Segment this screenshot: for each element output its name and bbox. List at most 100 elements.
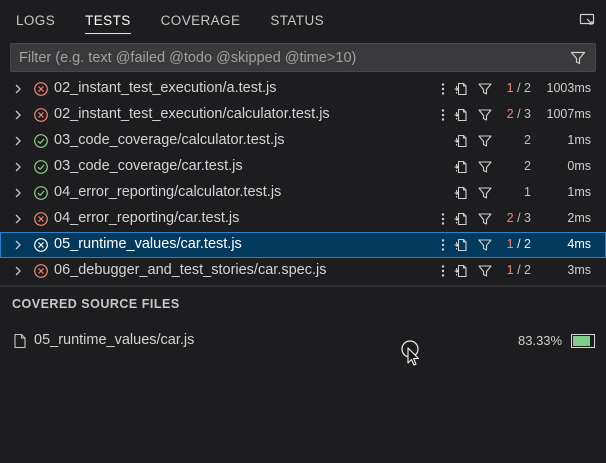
total-count: 2 [524,133,531,147]
coverage-percent: 83.33% [518,333,563,348]
failed-count: 1 [506,263,514,277]
go-to-file-icon[interactable] [453,263,469,279]
test-file-name: 03_code_coverage/car.test.js [54,158,243,174]
test-counts: 1 / 2 [500,237,531,251]
more-vertical-icon[interactable] [437,81,449,97]
total-count: 2 [524,263,531,277]
filter-bar [10,43,596,72]
section-title: COVERED SOURCE FILES [12,297,180,311]
chevron-right-icon[interactable] [11,212,25,226]
failed-count: 1 [506,237,514,251]
open-in-window-icon[interactable] [578,11,596,29]
chevron-right-icon[interactable] [11,82,25,96]
panel-tabs: LOGS TESTS COVERAGE STATUS [0,0,606,40]
total-count: 3 [524,211,531,225]
total-count: 2 [524,237,531,251]
test-file-name: 06_debugger_and_test_stories/car.spec.js [54,262,327,278]
test-file-name: 05_runtime_values/car.test.js [54,236,242,252]
test-row[interactable]: 06_debugger_and_test_stories/car.spec.js… [0,258,606,284]
failed-status-icon [33,107,49,123]
total-count: 2 [524,81,531,95]
chevron-right-icon[interactable] [11,186,25,200]
test-file-name: 02_instant_test_execution/calculator.tes… [54,106,330,122]
test-counts: 1 / 2 [500,81,531,95]
test-row[interactable]: 03_code_coverage/calculator.test.js 2 1ms [0,128,606,154]
passed-status-icon [33,159,49,175]
test-duration: 4ms [567,237,591,251]
chevron-right-icon[interactable] [11,134,25,148]
test-file-name: 04_error_reporting/calculator.test.js [54,184,282,200]
go-to-file-icon[interactable] [453,211,469,227]
more-vertical-icon[interactable] [437,107,449,123]
total-count: 1 [524,185,531,199]
test-row[interactable]: 02_instant_test_execution/a.test.js 1 / 2… [0,76,606,102]
filter-icon[interactable] [477,107,493,123]
chevron-right-icon[interactable] [11,108,25,122]
filter-input[interactable] [19,49,565,66]
filter-icon[interactable] [477,211,493,227]
count-separator: / [513,107,525,121]
failed-status-icon [33,263,49,279]
filter-icon[interactable] [477,81,493,97]
test-file-name: 04_error_reporting/car.test.js [54,210,240,226]
total-count: 2 [524,159,531,173]
chevron-right-icon[interactable] [11,238,25,252]
tab-tests[interactable]: TESTS [85,0,131,40]
failed-status-icon [33,81,49,97]
count-separator: / [513,81,525,95]
test-counts: 2 [500,133,531,147]
tab-status[interactable]: STATUS [270,0,324,40]
covered-file-name: 05_runtime_values/car.js [34,332,195,348]
filter-icon[interactable] [477,237,493,253]
test-file-name: 02_instant_test_execution/a.test.js [54,80,277,96]
go-to-file-icon[interactable] [453,133,469,149]
test-file-name: 03_code_coverage/calculator.test.js [54,132,285,148]
test-counts: 2 / 3 [500,107,531,121]
go-to-file-icon[interactable] [453,237,469,253]
failed-count: 1 [506,81,514,95]
go-to-file-icon[interactable] [453,81,469,97]
filter-icon[interactable] [477,159,493,175]
count-separator: / [513,237,525,251]
more-vertical-icon[interactable] [437,237,449,253]
more-vertical-icon[interactable] [437,263,449,279]
test-duration: 1007ms [546,107,591,121]
covered-file-row[interactable]: 05_runtime_values/car.js 83.33% [0,329,606,353]
chevron-right-icon[interactable] [11,264,25,278]
chevron-right-icon[interactable] [11,160,25,174]
go-to-file-icon[interactable] [453,159,469,175]
tab-coverage[interactable]: COVERAGE [161,0,241,40]
test-counts: 2 [500,159,531,173]
test-duration: 3ms [567,263,591,277]
test-row[interactable]: 04_error_reporting/calculator.test.js 1 1m… [0,180,606,206]
test-counts: 2 / 3 [500,211,531,225]
go-to-file-icon[interactable] [453,185,469,201]
file-icon [13,333,27,349]
test-list: 02_instant_test_execution/a.test.js 1 / 2… [0,76,606,284]
tab-logs[interactable]: LOGS [16,0,55,40]
failed-status-icon [33,237,49,253]
filter-icon[interactable] [477,185,493,201]
test-row[interactable]: 04_error_reporting/car.test.js 2 / 3 2ms [0,206,606,232]
go-to-file-icon[interactable] [453,107,469,123]
test-row[interactable]: 03_code_coverage/car.test.js 2 0ms [0,154,606,180]
coverage-bar [571,334,595,348]
filter-icon[interactable] [565,45,591,71]
passed-status-icon [33,133,49,149]
failed-status-icon [33,211,49,227]
coverage-bar-fill [573,336,590,346]
filter-icon[interactable] [477,263,493,279]
filter-icon[interactable] [477,133,493,149]
mouse-cursor-icon [401,339,423,367]
section-divider [0,285,606,287]
total-count: 3 [524,107,531,121]
test-duration: 1ms [567,133,591,147]
count-separator: / [513,263,525,277]
more-vertical-icon[interactable] [437,211,449,227]
test-duration: 1ms [567,185,591,199]
test-duration: 2ms [567,211,591,225]
test-duration: 0ms [567,159,591,173]
test-row[interactable]: 05_runtime_values/car.test.js 1 / 2 4ms [0,232,606,258]
test-row[interactable]: 02_instant_test_execution/calculator.tes… [0,102,606,128]
test-duration: 1003ms [546,81,591,95]
